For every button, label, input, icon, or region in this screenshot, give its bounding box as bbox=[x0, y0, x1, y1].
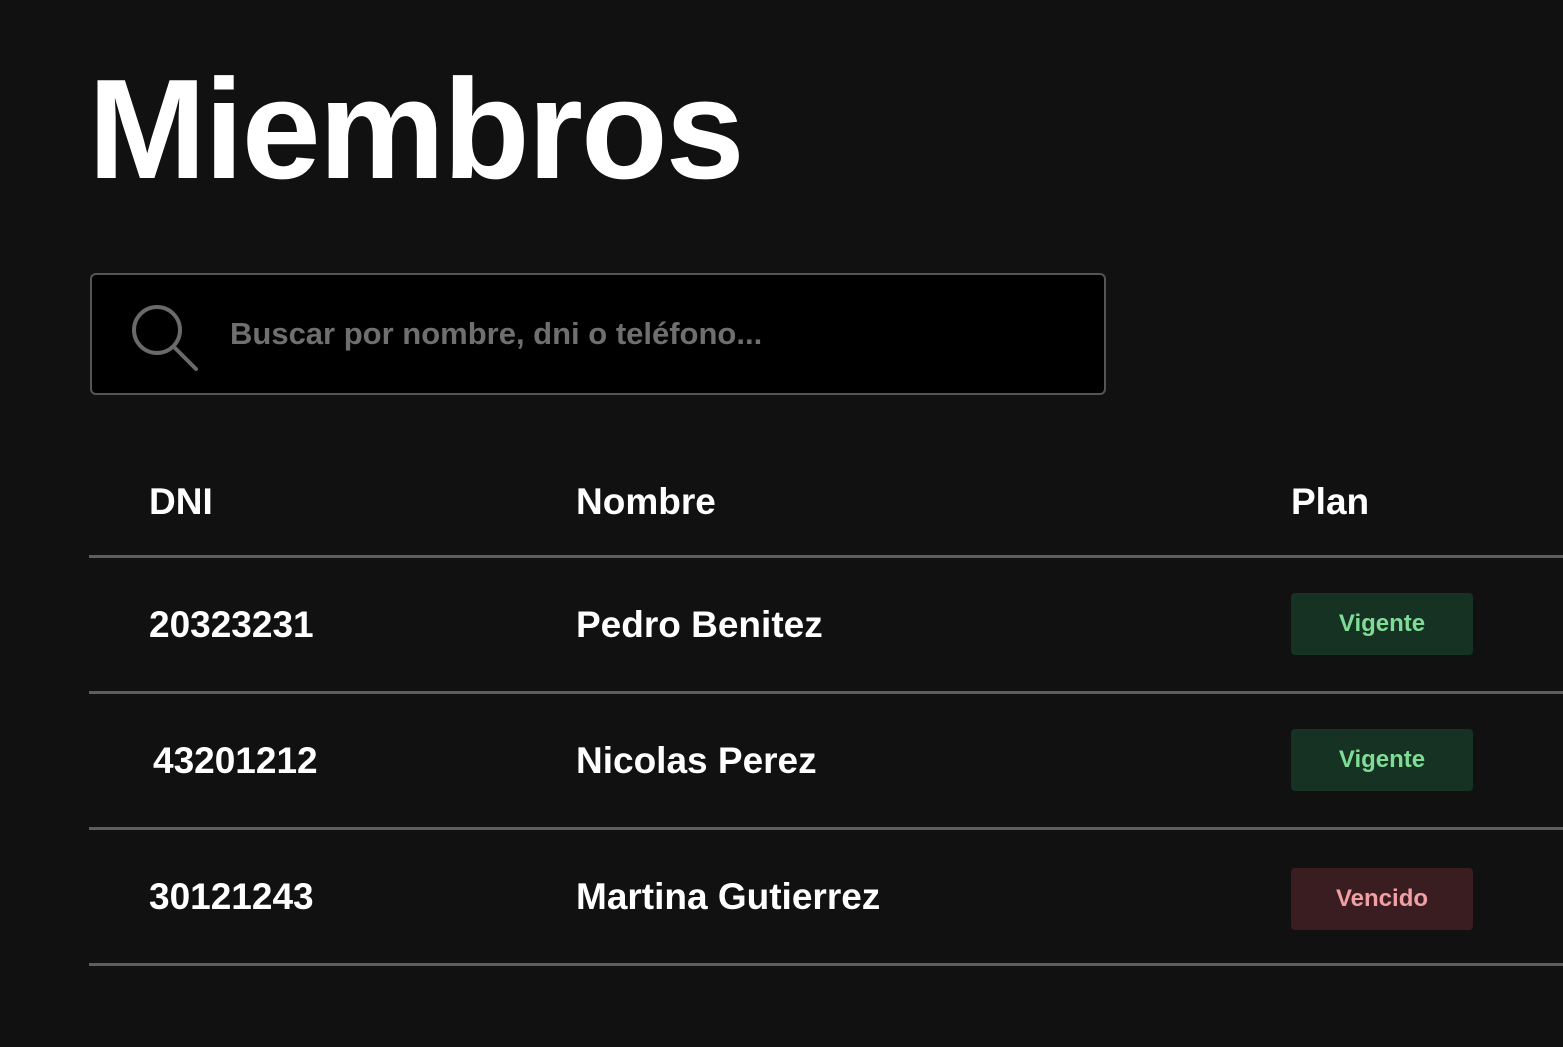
search-icon bbox=[132, 305, 198, 371]
row-dni: 43201212 bbox=[153, 740, 318, 781]
status-badge: Vencido bbox=[1291, 868, 1473, 930]
row-dni: 30121243 bbox=[149, 876, 314, 917]
row-nombre: Martina Gutierrez bbox=[576, 876, 881, 917]
search-input[interactable] bbox=[230, 275, 1090, 393]
status-badge: Vigente bbox=[1291, 729, 1473, 791]
column-header-plan[interactable]: Plan bbox=[1291, 482, 1369, 522]
page-title: Miembros bbox=[88, 50, 745, 209]
row-dni: 20323231 bbox=[149, 604, 314, 645]
table-row[interactable]: 43201212 Nicolas Perez Vigente bbox=[89, 694, 1563, 830]
table-header: DNI Nombre Plan bbox=[89, 450, 1563, 558]
status-badge: Vigente bbox=[1291, 593, 1473, 655]
row-nombre: Pedro Benitez bbox=[576, 604, 823, 645]
column-header-dni[interactable]: DNI bbox=[149, 482, 213, 522]
table-row[interactable]: 20323231 Pedro Benitez Vigente bbox=[89, 558, 1563, 694]
search-box[interactable] bbox=[90, 273, 1106, 395]
members-table: DNI Nombre Plan 20323231 Pedro Benitez V… bbox=[89, 450, 1563, 966]
column-header-nombre[interactable]: Nombre bbox=[576, 482, 716, 522]
members-page: Miembros DNI Nombre Plan 20323231 Pedro … bbox=[0, 0, 1563, 1047]
row-nombre: Nicolas Perez bbox=[576, 740, 817, 781]
table-row[interactable]: 30121243 Martina Gutierrez Vencido bbox=[89, 830, 1563, 966]
